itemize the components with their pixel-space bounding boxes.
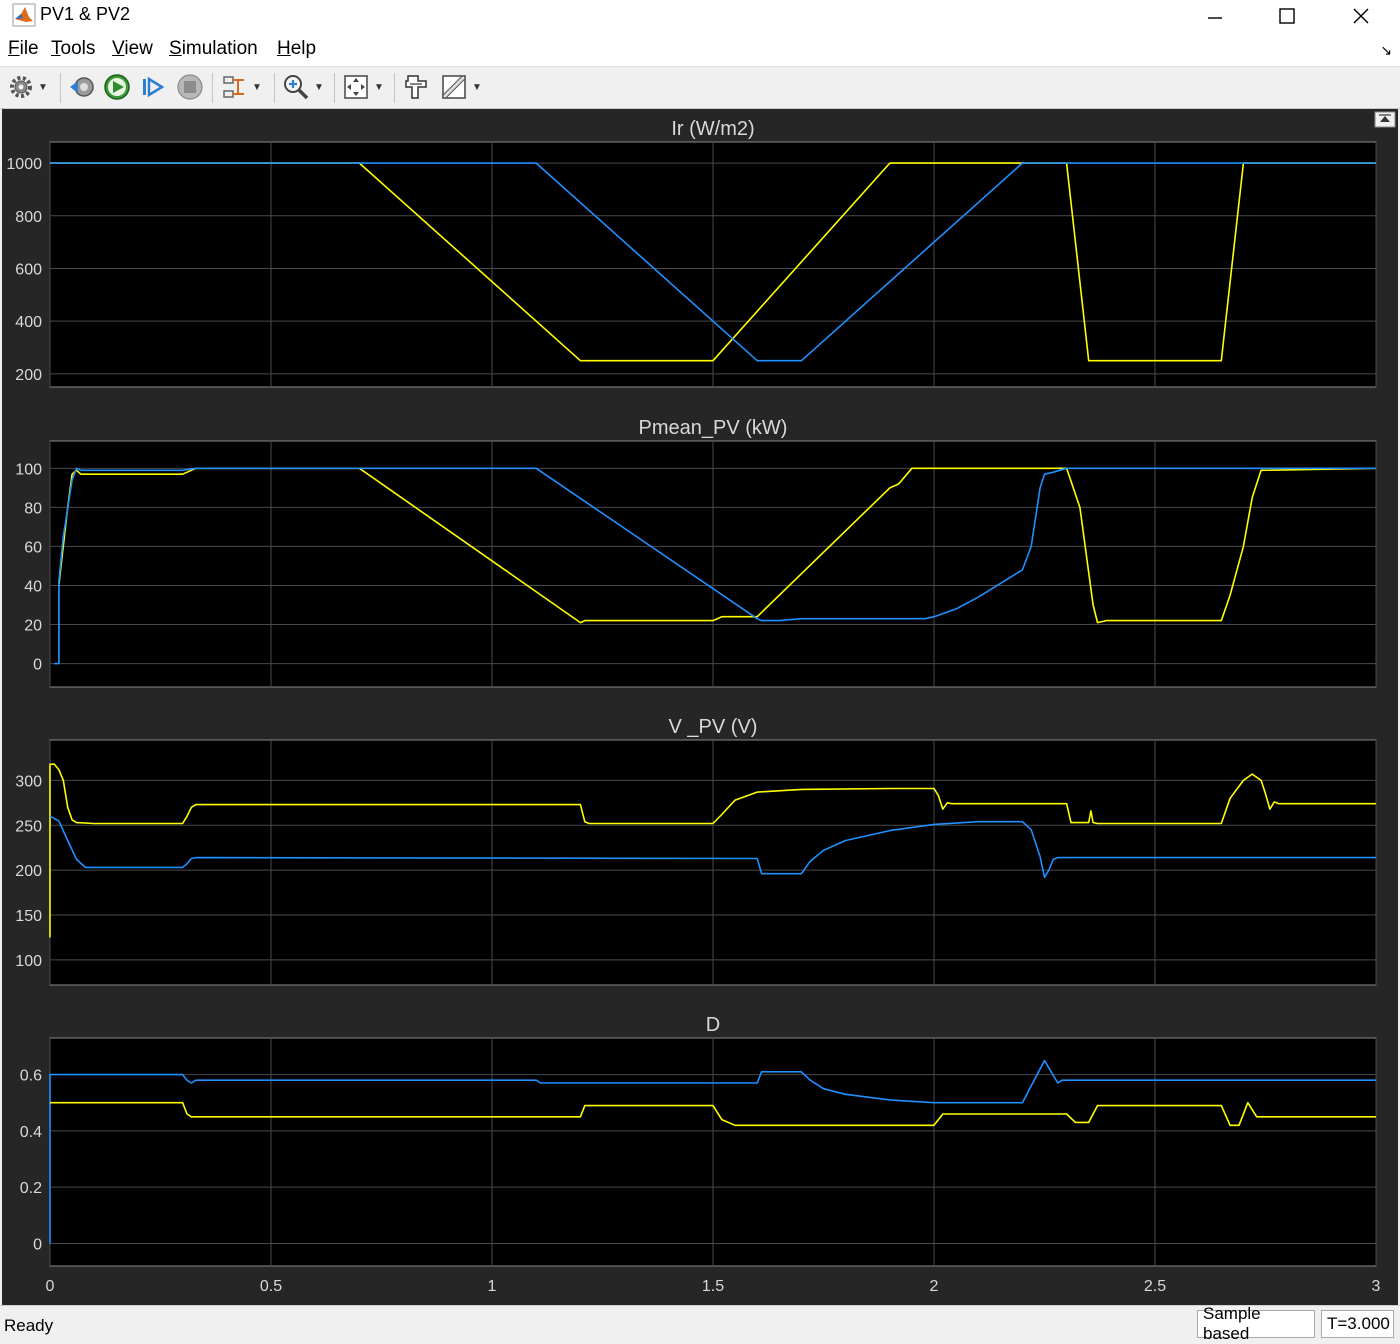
x-tick-label: 0.5: [260, 1278, 282, 1295]
y-tick-label: 200: [15, 863, 42, 880]
stop-button[interactable]: [176, 73, 204, 101]
y-tick-label: 0.4: [20, 1124, 42, 1141]
menu-view[interactable]: View: [112, 38, 153, 60]
window-title: PV1 & PV2: [40, 4, 131, 24]
y-tick-label: 300: [15, 773, 42, 790]
cursor-measure-icon: [405, 75, 427, 99]
menu-file-rest: ile: [19, 38, 39, 59]
zoom-in-icon: [284, 75, 309, 100]
status-bar: Ready Sample based T=3.000: [0, 1304, 1400, 1344]
x-tick-label: 1.5: [702, 1278, 724, 1295]
toolbar-separator: [60, 73, 61, 103]
stop-icon: [177, 74, 203, 100]
chevron-down-icon[interactable]: ▼: [38, 82, 48, 93]
ruler-measure-icon: [442, 75, 466, 99]
menu-help[interactable]: Help: [277, 38, 316, 60]
axes-title: D: [706, 1014, 720, 1036]
menu-simulation[interactable]: Simulation: [169, 38, 258, 60]
fit-to-view-button[interactable]: ▼: [342, 73, 384, 101]
zoom-button[interactable]: ▼: [282, 73, 324, 101]
close-icon: [1353, 8, 1369, 24]
menu-file[interactable]: File: [8, 38, 39, 60]
title-bar: PV1 & PV2: [0, 0, 1400, 32]
y-tick-label: 0: [33, 657, 42, 674]
maximize-icon: [1279, 8, 1295, 24]
y-tick-label: 200: [15, 367, 42, 384]
menu-tools-accel: T: [51, 38, 61, 59]
scope-axes-1[interactable]: 200 400 600 800 1000 Ir (W/m2): [6, 118, 1377, 388]
menu-file-accel: F: [8, 38, 20, 59]
y-tick-label: 1000: [6, 156, 42, 173]
y-tick-label: 800: [15, 209, 42, 226]
toolbar-separator: [394, 73, 395, 103]
menu-tools[interactable]: Tools: [51, 38, 95, 60]
close-button[interactable]: [1326, 0, 1396, 32]
signal-select-button[interactable]: ▼: [220, 73, 262, 101]
menu-view-rest: iew: [124, 38, 153, 59]
axes-title: Pmean_PV (kW): [639, 417, 788, 439]
status-text: Ready: [4, 1316, 54, 1335]
step-forward-icon: [143, 76, 165, 98]
step-forward-button[interactable]: [140, 73, 166, 101]
menu-view-accel: V: [112, 38, 125, 59]
y-tick-label: 80: [24, 500, 42, 517]
y-tick-label: 250: [15, 818, 42, 835]
scope-axes-2[interactable]: 0 20 40 60 80 100 Pmean_PV (kW): [15, 417, 1377, 688]
toolbar-separator: [274, 73, 275, 103]
y-tick-label: 0.6: [20, 1068, 42, 1085]
axes-title: V _PV (V): [669, 716, 758, 738]
y-tick-label: 0: [33, 1236, 42, 1253]
chevron-down-icon[interactable]: ▼: [314, 82, 324, 93]
settings-icon: [10, 76, 32, 98]
chevron-down-icon[interactable]: ▼: [252, 82, 262, 93]
minimize-icon: [1208, 17, 1222, 19]
step-back-icon: [70, 77, 94, 97]
y-tick-label: 400: [15, 314, 42, 331]
undock-button[interactable]: [1374, 111, 1396, 128]
sample-mode-indicator: Sample based: [1197, 1304, 1315, 1343]
run-icon: [104, 74, 130, 100]
y-tick-label: 100: [15, 461, 42, 478]
settings-button[interactable]: ▼: [8, 73, 48, 101]
x-tick-label: 3: [1372, 1278, 1381, 1295]
run-button[interactable]: [103, 73, 131, 101]
x-tick-label: 1: [488, 1278, 497, 1295]
y-tick-label: 60: [24, 539, 42, 556]
y-tick-label: 600: [15, 261, 42, 278]
toolbar-separator: [334, 73, 335, 103]
axes-title: Ir (W/m2): [671, 118, 754, 140]
y-tick-label: 0.2: [20, 1180, 42, 1197]
scope-axes-4[interactable]: 0 0.2 0.4 0.6 D 0 0.5 1 1.5 2 2.5 3: [20, 1014, 1381, 1295]
y-tick-label: 20: [24, 618, 42, 635]
x-tick-label: 0: [46, 1278, 55, 1295]
ruler-measure-button[interactable]: ▼: [440, 73, 482, 101]
matlab-app-icon: [12, 3, 36, 27]
toolbar-separator: [212, 73, 213, 103]
chevron-down-icon[interactable]: ▼: [374, 82, 384, 93]
y-tick-label: 100: [15, 953, 42, 970]
menu-simulation-accel: S: [169, 38, 182, 59]
toolbar: ▼ ▼ ▼ ▼ ▼: [0, 67, 1400, 109]
dock-arrow-icon[interactable]: ↘: [1380, 42, 1392, 59]
menu-help-accel: H: [277, 38, 291, 59]
menu-simulation-rest: imulation: [181, 38, 258, 59]
step-back-button[interactable]: [68, 73, 96, 101]
menu-tools-rest: ools: [60, 38, 96, 59]
fit-to-view-icon: [344, 75, 368, 99]
x-tick-label: 2.5: [1144, 1278, 1166, 1295]
menu-bar: File Tools View Simulation Help ↘: [0, 32, 1400, 67]
cursor-measure-button[interactable]: [402, 73, 430, 101]
scope-plot-area: 200 400 600 800 1000 Ir (W/m2) 0 20 40 60 80 100 Pme…: [2, 109, 1398, 1305]
scope-axes-3[interactable]: 100 150 200 250 300 V _PV (V): [15, 716, 1377, 986]
sim-time-indicator: T=3.000: [1321, 1310, 1394, 1338]
chevron-down-icon[interactable]: ▼: [472, 82, 482, 93]
menu-help-rest: elp: [290, 38, 317, 59]
y-tick-label: 150: [15, 908, 42, 925]
minimize-button[interactable]: [1180, 0, 1250, 32]
maximize-button[interactable]: [1252, 0, 1322, 32]
y-tick-label: 40: [24, 578, 42, 595]
scope-figure: 2004006008001000Ir (W/m2)020406080100Pme…: [6, 111, 1396, 1295]
signal-select-icon: [223, 76, 244, 98]
x-tick-label: 2: [930, 1278, 939, 1295]
